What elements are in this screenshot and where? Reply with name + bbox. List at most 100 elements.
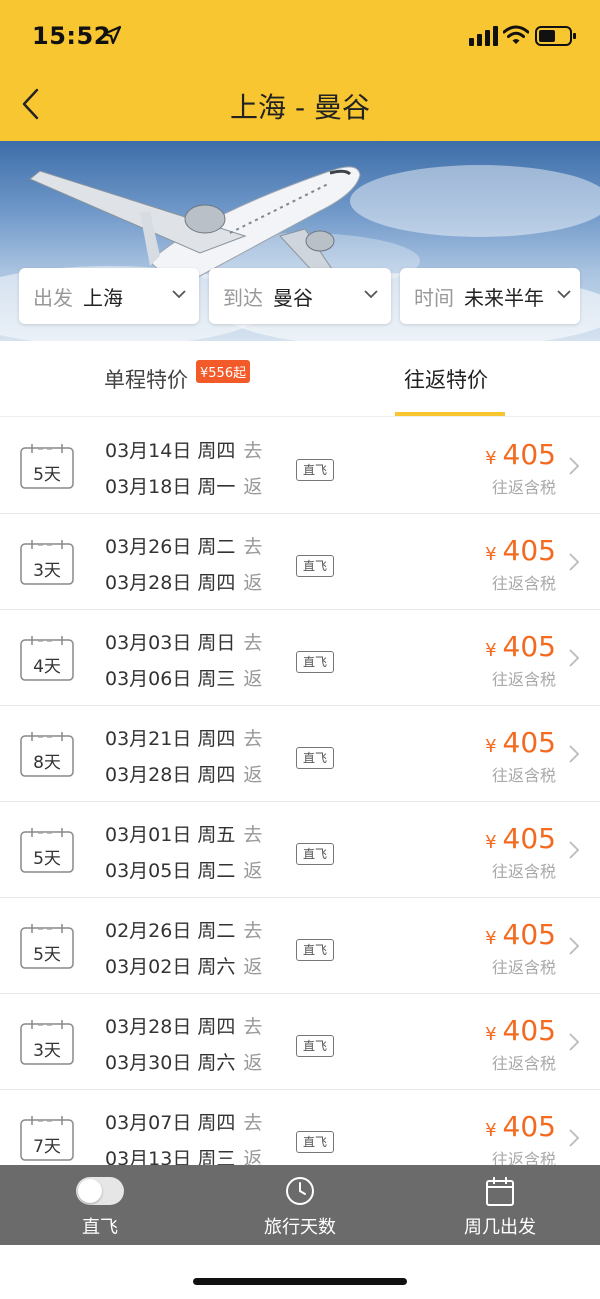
flight-row[interactable]: 8天 03月21日 周四去 03月28日 周四返 直飞 ¥405 往返含税 <box>0 706 600 802</box>
filter-arrival-label: 到达 <box>223 285 263 310</box>
calendar-icon: 7天 <box>20 1114 74 1162</box>
price-note: 往返含税 <box>491 958 556 977</box>
return-date: 03月28日 周四返 <box>105 568 262 595</box>
return-date-value: 03月06日 周三 <box>105 668 236 690</box>
calendar-icon <box>486 1177 514 1206</box>
filter-arrival[interactable]: 到达 曼谷 <box>209 268 391 324</box>
location-arrow-icon <box>102 25 122 45</box>
direct-only-toggle-item[interactable]: 直飞 <box>0 1165 200 1245</box>
return-label: 返 <box>243 476 263 498</box>
depart-date: 03月03日 周日去 <box>105 628 262 655</box>
filter-time-label: 时间 <box>414 285 454 310</box>
price-value: 405 <box>502 630 556 663</box>
trip-days: 7天 <box>33 1137 61 1157</box>
price-value: 405 <box>502 1110 556 1143</box>
filter-time[interactable]: 时间 未来半年 <box>400 268 580 324</box>
depart-date-value: 03月21日 周四 <box>105 728 236 750</box>
currency-symbol: ¥ <box>485 1024 497 1045</box>
direct-flight-tag: 直飞 <box>296 747 334 769</box>
return-date-value: 03月05日 周二 <box>105 860 236 882</box>
flight-list: 5天 03月14日 周四去 03月18日 周一返 直飞 ¥405 往返含税 3天… <box>0 418 600 1186</box>
price-note: 往返含税 <box>491 1054 556 1073</box>
chevron-right-icon <box>569 457 580 475</box>
return-date-value: 03月02日 周六 <box>105 956 236 978</box>
direct-flight-tag: 直飞 <box>296 939 334 961</box>
calendar-icon: 5天 <box>20 442 74 490</box>
tab-round-trip-label: 往返特价 <box>404 368 488 392</box>
lowest-price-badge: ¥556起 <box>196 359 251 383</box>
price-note: 往返含税 <box>491 574 556 593</box>
chevron-down-icon <box>172 290 186 299</box>
go-label: 去 <box>243 920 263 942</box>
trip-days: 3天 <box>33 561 61 581</box>
price: ¥405 <box>485 438 556 471</box>
go-label: 去 <box>243 728 263 750</box>
direct-flight-tag: 直飞 <box>296 1035 334 1057</box>
calendar-icon: 3天 <box>20 1018 74 1066</box>
flight-row[interactable]: 3天 03月26日 周二去 03月28日 周四返 直飞 ¥405 往返含税 <box>0 514 600 610</box>
depart-date: 03月26日 周二去 <box>105 532 262 559</box>
price: ¥405 <box>485 822 556 855</box>
filter-departure[interactable]: 出发 上海 <box>19 268 199 324</box>
return-label: 返 <box>243 764 263 786</box>
depart-date-value: 03月01日 周五 <box>105 824 236 846</box>
price: ¥405 <box>485 918 556 951</box>
currency-symbol: ¥ <box>485 832 497 853</box>
weekday-label: 周几出发 <box>464 1217 536 1238</box>
tab-round-trip[interactable]: 往返特价 <box>404 341 488 417</box>
toggle-knob <box>78 1179 102 1203</box>
active-tab-indicator <box>395 412 505 416</box>
return-date-value: 03月28日 周四 <box>105 572 236 594</box>
flight-row[interactable]: 3天 03月28日 周四去 03月30日 周六返 直飞 ¥405 往返含税 <box>0 994 600 1090</box>
price: ¥405 <box>485 534 556 567</box>
currency-symbol: ¥ <box>485 448 497 469</box>
return-date-value: 03月30日 周六 <box>105 1052 236 1074</box>
return-label: 返 <box>243 1052 263 1074</box>
direct-only-label: 直飞 <box>82 1217 118 1238</box>
flight-row[interactable]: 5天 03月14日 周四去 03月18日 周一返 直飞 ¥405 往返含税 <box>0 418 600 514</box>
return-date: 03月30日 周六返 <box>105 1048 262 1075</box>
weekday-filter[interactable]: 周几出发 <box>400 1165 600 1245</box>
filter-departure-value: 上海 <box>83 285 123 310</box>
return-date: 03月02日 周六返 <box>105 952 262 979</box>
price-note: 往返含税 <box>491 862 556 881</box>
price-value: 405 <box>502 534 556 567</box>
go-label: 去 <box>243 632 263 654</box>
calendar-icon: 4天 <box>20 634 74 682</box>
trip-days-label: 旅行天数 <box>264 1217 336 1238</box>
currency-symbol: ¥ <box>485 640 497 661</box>
flight-row[interactable]: 5天 03月01日 周五去 03月05日 周二返 直飞 ¥405 往返含税 <box>0 802 600 898</box>
depart-date: 03月07日 周四去 <box>105 1108 262 1135</box>
chevron-down-icon <box>557 290 571 299</box>
tab-one-way[interactable]: 单程特价 ¥556起 <box>104 341 251 417</box>
chevron-right-icon <box>569 1033 580 1051</box>
return-date: 03月28日 周四返 <box>105 760 262 787</box>
home-indicator[interactable] <box>193 1278 407 1285</box>
filter-time-value: 未来半年 <box>464 285 544 310</box>
calendar-icon: 5天 <box>20 826 74 874</box>
chevron-right-icon <box>569 649 580 667</box>
return-date: 03月05日 周二返 <box>105 856 262 883</box>
price-note: 往返含税 <box>491 670 556 689</box>
depart-date: 03月28日 周四去 <box>105 1012 262 1039</box>
direct-only-toggle[interactable] <box>76 1177 124 1205</box>
return-label: 返 <box>243 860 263 882</box>
direct-flight-tag: 直飞 <box>296 651 334 673</box>
depart-date: 02月26日 周二去 <box>105 916 262 943</box>
trip-days: 4天 <box>33 657 61 677</box>
chevron-right-icon <box>569 937 580 955</box>
price-value: 405 <box>502 822 556 855</box>
currency-symbol: ¥ <box>485 928 497 949</box>
trip-days: 8天 <box>33 753 61 773</box>
status-time: 15:52 <box>32 22 111 50</box>
flight-row[interactable]: 4天 03月03日 周日去 03月06日 周三返 直飞 ¥405 往返含税 <box>0 610 600 706</box>
flight-row[interactable]: 5天 02月26日 周二去 03月02日 周六返 直飞 ¥405 往返含税 <box>0 898 600 994</box>
trip-days: 3天 <box>33 1041 61 1061</box>
currency-symbol: ¥ <box>485 1120 497 1141</box>
return-date: 03月18日 周一返 <box>105 472 262 499</box>
depart-date-value: 03月03日 周日 <box>105 632 236 654</box>
trip-days-filter[interactable]: 旅行天数 <box>200 1165 400 1245</box>
price-note: 往返含税 <box>491 478 556 497</box>
clock-icon <box>286 1177 314 1205</box>
header: 15:52 上海 - 曼谷 <box>0 0 600 141</box>
